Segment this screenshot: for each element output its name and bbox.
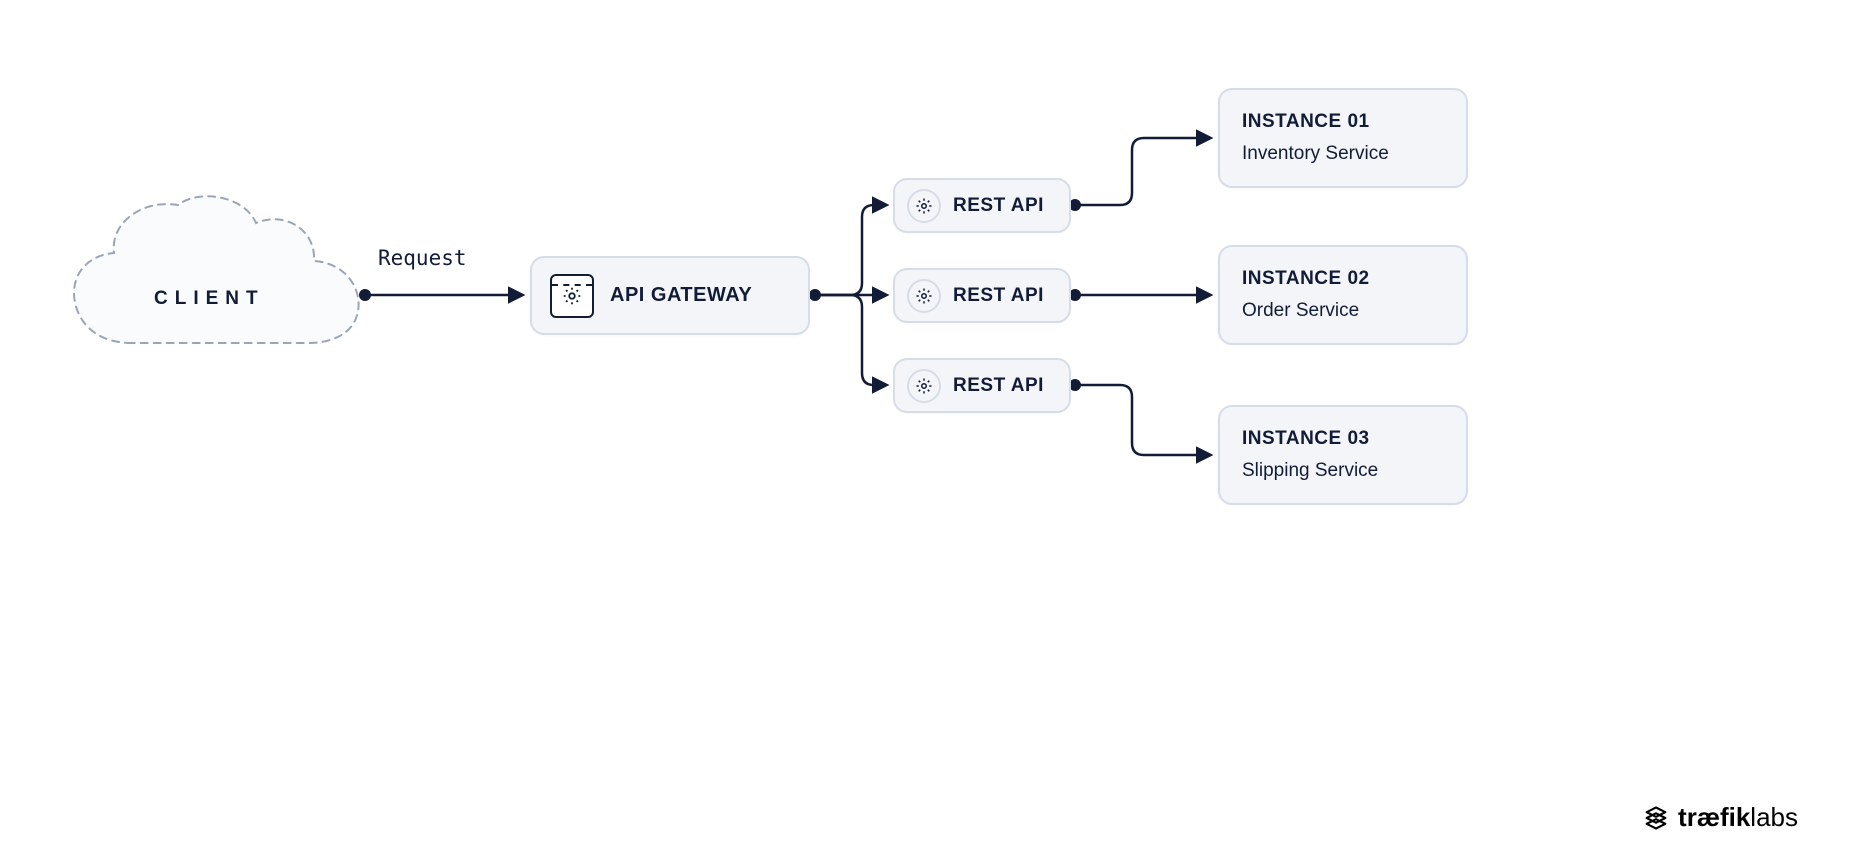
instance-node-1: INSTANCE 01 Inventory Service — [1218, 88, 1468, 188]
request-label: Request — [378, 246, 467, 270]
gear-icon — [907, 279, 941, 313]
gear-icon — [907, 369, 941, 403]
application-window-icon — [550, 274, 594, 318]
instance-subtitle: Order Service — [1242, 300, 1359, 322]
client-cloud — [68, 193, 366, 363]
diagram-canvas: CLIENT Request API GATEWAY REST API — [0, 0, 1852, 859]
instance-node-3: INSTANCE 03 Slipping Service — [1218, 405, 1468, 505]
rest-api-node-2: REST API — [893, 268, 1071, 323]
rest-api-label: REST API — [953, 285, 1044, 307]
api-gateway-node: API GATEWAY — [530, 256, 810, 335]
instance-subtitle: Slipping Service — [1242, 460, 1378, 482]
rest-api-label: REST API — [953, 375, 1044, 397]
instance-title: INSTANCE 01 — [1242, 111, 1370, 133]
logo-text: træfiklabs — [1678, 802, 1798, 833]
logo-text-bold: træfik — [1678, 802, 1750, 832]
api-gateway-label: API GATEWAY — [610, 284, 752, 307]
instance-title: INSTANCE 03 — [1242, 428, 1370, 450]
rest-api-node-1: REST API — [893, 178, 1071, 233]
instance-subtitle: Inventory Service — [1242, 143, 1389, 165]
instance-title: INSTANCE 02 — [1242, 268, 1370, 290]
connectors — [0, 0, 1852, 859]
logo-text-thin: labs — [1750, 802, 1798, 832]
logo-icon — [1642, 804, 1670, 832]
rest-api-node-3: REST API — [893, 358, 1071, 413]
instance-node-2: INSTANCE 02 Order Service — [1218, 245, 1468, 345]
client-label: CLIENT — [154, 288, 265, 310]
traefiklabs-logo: træfiklabs — [1642, 802, 1798, 833]
gear-icon — [907, 189, 941, 223]
rest-api-label: REST API — [953, 195, 1044, 217]
